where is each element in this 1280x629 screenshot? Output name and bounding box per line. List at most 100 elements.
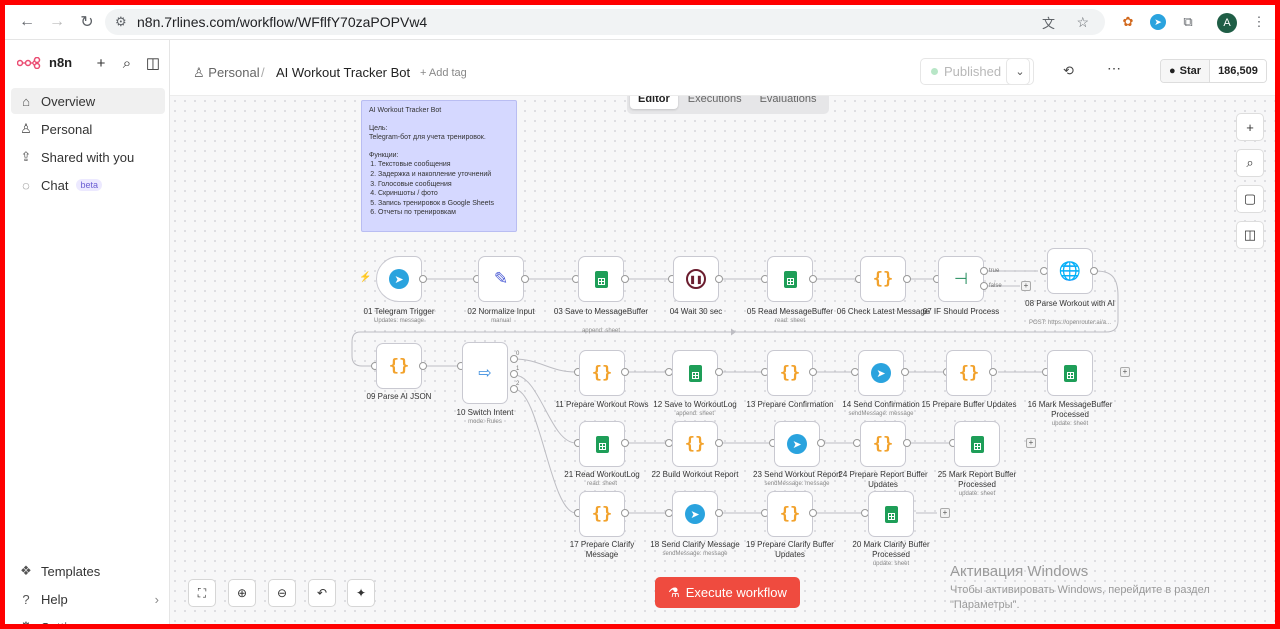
node-04-wait[interactable]: ❚❚: [673, 256, 719, 302]
node-11-prepare-workout-rows[interactable]: {}: [579, 350, 625, 396]
node-03-save-to-messagebuffer[interactable]: [578, 256, 624, 302]
output-handle[interactable]: [419, 362, 427, 370]
breadcrumb-project[interactable]: ♙ Personal: [193, 65, 260, 81]
node-17-prepare-clarify-message[interactable]: {}: [579, 491, 625, 537]
output-handle-true[interactable]: [980, 267, 988, 275]
translate-icon[interactable]: 文: [1042, 13, 1055, 32]
node-09-parse-ai-json[interactable]: {}: [376, 343, 422, 389]
node-13-prepare-confirmation[interactable]: {}: [767, 350, 813, 396]
node-01-telegram-trigger[interactable]: ➤: [376, 256, 422, 302]
node-06-check-latest-message[interactable]: {}: [860, 256, 906, 302]
output-handle[interactable]: [989, 368, 997, 376]
output-handle[interactable]: [1090, 267, 1098, 275]
browser-menu-icon[interactable]: ⋮: [1250, 13, 1268, 31]
collapse-sidebar-icon[interactable]: ◫: [145, 55, 161, 72]
bookmark-star-icon[interactable]: ☆: [1076, 14, 1089, 31]
undo-icon[interactable]: ↶: [308, 579, 336, 607]
create-plus-icon[interactable]: +: [93, 55, 109, 72]
sidebar-item-label: Personal: [41, 121, 93, 137]
tab-editor[interactable]: Editor: [630, 96, 678, 109]
output-handle[interactable]: [419, 275, 427, 283]
output-handle[interactable]: [621, 509, 629, 517]
output-handle[interactable]: [621, 439, 629, 447]
extensions-puzzle-icon[interactable]: ⧉: [1179, 13, 1197, 31]
sidebar-item-overview[interactable]: ⌂ Overview: [11, 88, 165, 114]
search-nodes-icon[interactable]: ⌕: [1236, 149, 1264, 177]
output-handle[interactable]: [809, 368, 817, 376]
tab-executions[interactable]: Executions: [680, 96, 750, 109]
node-24-prepare-report-buffer-updates[interactable]: {}: [860, 421, 906, 467]
output-handle[interactable]: [621, 275, 629, 283]
node-21-read-workoutlog[interactable]: [579, 421, 625, 467]
node-15-prepare-buffer-updates[interactable]: {}: [946, 350, 992, 396]
add-tag-link[interactable]: + Add tag: [420, 67, 467, 79]
node-02-normalize-input[interactable]: ✎: [478, 256, 524, 302]
chevron-down-icon[interactable]: ⌄: [1006, 58, 1034, 85]
add-node-plus[interactable]: +: [1021, 281, 1031, 291]
sidebar-item-templates[interactable]: ❖ Templates: [11, 558, 165, 584]
output-handle[interactable]: [715, 509, 723, 517]
sidebar-item-settings[interactable]: ⚙ Settings: [11, 614, 165, 624]
zoom-out-icon[interactable]: ⊖: [268, 579, 296, 607]
workflow-name[interactable]: AI Workout Tracker Bot: [276, 65, 410, 80]
more-options-icon[interactable]: ⋯: [1107, 60, 1121, 77]
output-handle[interactable]: [715, 368, 723, 376]
node-14-send-confirmation[interactable]: ➤: [858, 350, 904, 396]
history-icon[interactable]: ⟲: [1063, 63, 1074, 79]
sidebar-item-chat[interactable]: ◌ Chat beta: [11, 172, 165, 198]
sidebar-item-personal[interactable]: ♙ Personal: [11, 116, 165, 142]
n8n-logo[interactable]: n8n: [17, 55, 72, 70]
node-25-mark-report-buffer-processed[interactable]: [954, 421, 1000, 467]
zoom-in-icon[interactable]: ⊕: [228, 579, 256, 607]
extension-icon[interactable]: ✿: [1119, 13, 1137, 31]
output-handle[interactable]: [715, 439, 723, 447]
tidy-up-icon[interactable]: ✦: [347, 579, 375, 607]
github-star-button[interactable]: ● Star 186,509: [1160, 59, 1267, 83]
sticky-note-icon[interactable]: ▢: [1236, 185, 1264, 213]
output-handle[interactable]: [521, 275, 529, 283]
node-19-prepare-clarify-buffer-updates[interactable]: {}: [767, 491, 813, 537]
node-22-build-workout-report[interactable]: {}: [672, 421, 718, 467]
search-icon[interactable]: ⌕: [119, 55, 135, 72]
add-node-plus[interactable]: +: [1026, 438, 1036, 448]
add-node-icon[interactable]: +: [1236, 113, 1264, 141]
sidebar-item-shared[interactable]: ⇪ Shared with you: [11, 144, 165, 170]
output-handle[interactable]: [901, 368, 909, 376]
output-handle[interactable]: [903, 439, 911, 447]
node-23-send-workout-report[interactable]: ➤: [774, 421, 820, 467]
node-07-if-should-process[interactable]: ⊣: [938, 256, 984, 302]
node-10-switch-intent[interactable]: ⇨: [462, 342, 508, 404]
node-16-mark-messagebuffer-processed[interactable]: [1047, 350, 1093, 396]
panel-toggle-icon[interactable]: ◫: [1236, 221, 1264, 249]
output-handle[interactable]: [903, 275, 911, 283]
profile-avatar[interactable]: A: [1217, 13, 1237, 33]
output-handle[interactable]: [715, 275, 723, 283]
workflow-canvas[interactable]: Editor Executions Evaluations AI Workout…: [170, 96, 1275, 624]
fit-view-icon[interactable]: ⛶: [188, 579, 216, 607]
add-node-plus[interactable]: +: [1120, 367, 1130, 377]
node-12-save-to-workoutlog[interactable]: [672, 350, 718, 396]
reload-icon[interactable]: ↻: [77, 12, 97, 32]
node-05-read-messagebuffer[interactable]: [767, 256, 813, 302]
node-20-mark-clarify-buffer-processed[interactable]: [868, 491, 914, 537]
sidebar-item-help[interactable]: ? Help ›: [11, 586, 165, 612]
output-handle[interactable]: [621, 368, 629, 376]
site-info-icon[interactable]: ⚙: [115, 14, 137, 30]
output-handle[interactable]: [809, 275, 817, 283]
add-node-plus[interactable]: +: [940, 508, 950, 518]
node-08-parse-workout-ai[interactable]: 🌐: [1047, 248, 1093, 294]
node-label: 17 Prepare Clarify Message: [569, 540, 635, 559]
address-bar[interactable]: ⚙ n8n.7rlines.com/workflow/WFflfY70zaPOP…: [105, 9, 1105, 35]
output-handle[interactable]: [809, 509, 817, 517]
telegram-icon: ➤: [685, 504, 705, 524]
forward-icon[interactable]: →: [47, 12, 67, 32]
execute-workflow-button[interactable]: ⚗ Execute workflow: [655, 577, 800, 608]
tab-evaluations[interactable]: Evaluations: [752, 96, 825, 109]
output-handle-false[interactable]: [980, 282, 988, 290]
output-handle[interactable]: [817, 439, 825, 447]
back-icon[interactable]: ←: [17, 12, 37, 32]
sticky-note[interactable]: AI Workout Tracker Bot Цель: Telegram-бо…: [361, 100, 517, 232]
node-18-send-clarify-message[interactable]: ➤: [672, 491, 718, 537]
telegram-extension-icon[interactable]: ➤: [1149, 13, 1167, 31]
node-label: 15 Prepare Buffer Updates: [921, 400, 1017, 409]
